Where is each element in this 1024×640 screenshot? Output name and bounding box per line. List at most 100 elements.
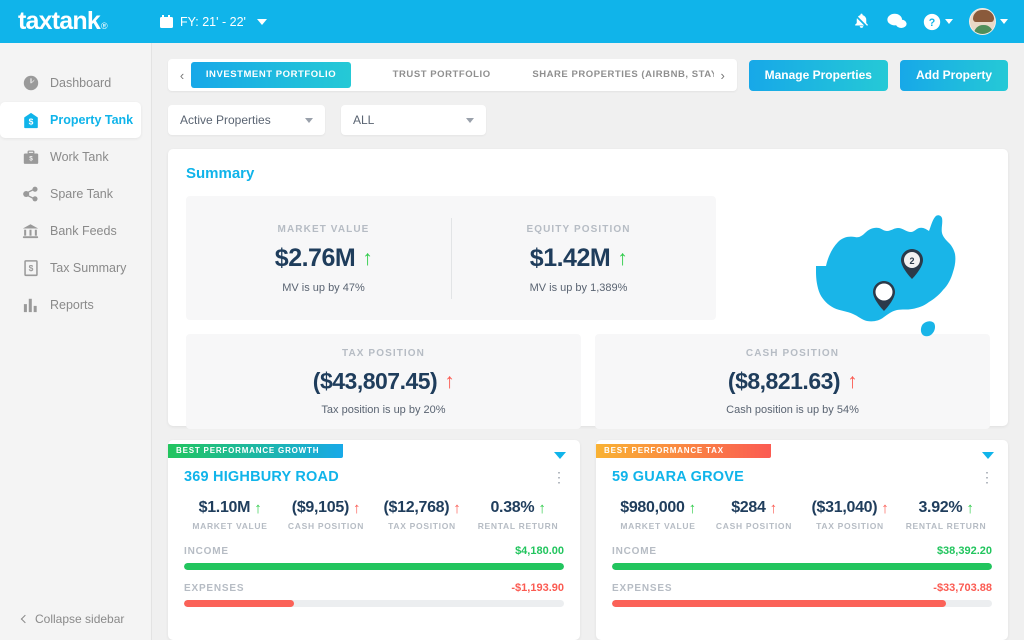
help-menu[interactable]: ? [923, 13, 953, 31]
property-stat-cash-position: ($9,105) ↑ CASH POSITION [278, 499, 374, 531]
property-stats: $980,000 ↑ MARKET VALUE $284 ↑ CASH POSI… [596, 485, 1008, 531]
stat-value: 3.92% [918, 499, 963, 516]
financial-year-label: FY: 21' - 22' [180, 14, 246, 29]
property-status-value: Active Properties [180, 113, 271, 127]
trend-up-arrow-icon: ↑ [769, 499, 778, 517]
property-stat-cash-position: $284 ↑ CASH POSITION [706, 499, 802, 531]
income-label: INCOME [184, 545, 229, 557]
tab-investment-portfolio[interactable]: INVESTMENT PORTFOLIO [191, 62, 351, 88]
summary-card: Summary MARKET VALUE $2.76M ↑ MV is up b… [168, 149, 1008, 429]
property-stat-rental-return: 3.92% ↑ RENTAL RETURN [898, 499, 994, 531]
trend-up-arrow-icon: ↑ [453, 499, 461, 517]
tabs-next-arrow[interactable]: › [714, 68, 732, 83]
tab-share-properties[interactable]: SHARE PROPERTIES (AIRBNB, STAYZ, ETC) [532, 62, 713, 88]
expenses-bar-track [184, 600, 564, 607]
income-bar-track [184, 563, 564, 570]
sidebar-item-property-tank[interactable]: $ Property Tank [0, 102, 141, 138]
tabs-prev-arrow[interactable]: ‹ [173, 68, 191, 83]
tile-value-row: $2.76M ↑ [206, 244, 441, 273]
dashboard-icon [22, 75, 39, 92]
property-card-collapse-icon[interactable] [554, 452, 566, 459]
expenses-bar-fill [612, 600, 947, 607]
stat-label: TAX POSITION [816, 521, 884, 531]
property-address[interactable]: 369 HIGHBURY ROAD [184, 469, 339, 485]
logo-text: taxtank [18, 7, 101, 35]
stat-label: MARKET VALUE [620, 521, 696, 531]
trend-up-arrow-icon: ↑ [353, 499, 361, 517]
collapse-sidebar-label: Collapse sidebar [35, 612, 125, 626]
sidebar-item-label: Bank Feeds [50, 224, 117, 238]
tab-trust-portfolio[interactable]: TRUST PORTFOLIO [351, 62, 532, 88]
income-bar-header: INCOME $4,180.00 [184, 545, 564, 557]
user-menu[interactable] [969, 8, 1008, 35]
trend-up-arrow-icon: ↑ [847, 370, 858, 393]
property-card-collapse-icon[interactable] [982, 452, 994, 459]
work-tank-icon: $ [22, 149, 39, 166]
tax-summary-icon: $ [22, 259, 39, 277]
expenses-amount: -$1,193.90 [511, 582, 564, 594]
expenses-bar-track [612, 600, 992, 607]
stat-value: $284 [731, 499, 766, 516]
tile-value: ($8,821.63) [727, 368, 841, 394]
tile-value: $1.42M [529, 244, 611, 272]
tile-label: TAX POSITION [341, 348, 426, 359]
expenses-bar-fill [184, 600, 295, 607]
trend-up-arrow-icon: ↑ [966, 499, 974, 517]
more-options-icon[interactable]: ⋮ [552, 470, 566, 484]
income-bar-fill [612, 563, 992, 570]
chevron-down-icon [305, 117, 313, 123]
performance-badge: BEST PERFORMANCE TAX [596, 444, 771, 458]
income-bar-block: INCOME $4,180.00 [184, 545, 564, 570]
bell-muted-icon[interactable] [852, 12, 871, 31]
portfolio-tab-bar: ‹ INVESTMENT PORTFOLIO TRUST PORTFOLIO S… [152, 43, 1024, 91]
income-bar-track [612, 563, 992, 570]
chevron-down-icon [1000, 19, 1008, 24]
sidebar-item-label: Spare Tank [50, 187, 114, 201]
stat-label: RENTAL RETURN [477, 521, 559, 531]
property-stat-rental-return: 0.38% ↑ RENTAL RETURN [470, 499, 566, 531]
sidebar-item-work-tank[interactable]: $ Work Tank [0, 139, 151, 175]
financial-year-selector[interactable]: FY: 21' - 22' [160, 15, 267, 29]
income-amount: $4,180.00 [515, 545, 564, 557]
sidebar-item-reports[interactable]: Reports [0, 287, 151, 323]
property-stats: $1.10M ↑ MARKET VALUE ($9,105) ↑ CASH PO… [168, 485, 580, 531]
sidebar-item-label: Property Tank [50, 113, 134, 127]
sidebar-item-tax-summary[interactable]: $ Tax Summary [0, 250, 151, 286]
sidebar-item-spare-tank[interactable]: Spare Tank [0, 176, 151, 212]
performance-badge: BEST PERFORMANCE GROWTH [168, 444, 343, 458]
trend-up-arrow-icon: ↑ [688, 499, 697, 517]
add-property-button[interactable]: Add Property [899, 59, 1008, 91]
income-bar-block: INCOME $38,392.20 [612, 545, 992, 570]
more-options-icon[interactable]: ⋮ [980, 470, 994, 484]
tile-subtext: MV is up by 1,389% [529, 282, 628, 294]
income-label: INCOME [612, 545, 657, 557]
property-status-filter[interactable]: Active Properties [168, 105, 325, 135]
chat-bubbles-icon[interactable] [887, 12, 907, 31]
app-logo[interactable]: taxtank ® [0, 7, 148, 36]
top-bar-actions: ? [852, 8, 1024, 35]
svg-text:$: $ [29, 155, 33, 162]
stat-value-row: $1.10M ↑ [182, 499, 278, 517]
svg-text:2: 2 [909, 256, 914, 266]
filter-bar: Active Properties ALL [152, 91, 1024, 135]
top-bar: taxtank ® FY: 21' - 22' ? [0, 0, 1024, 43]
tile-subtext: Tax position is up by 20% [321, 404, 446, 416]
sidebar-item-bank-feeds[interactable]: Bank Feeds [0, 213, 151, 249]
australia-property-map[interactable]: 2 [790, 204, 990, 354]
property-stat-market-value: $980,000 ↑ MARKET VALUE [610, 499, 706, 531]
tile-value-row: $1.42M ↑ [461, 244, 696, 273]
property-address[interactable]: 59 GUARA GROVE [612, 469, 744, 485]
sidebar-nav: Dashboard $ Property Tank $ Work Tank Sp… [0, 43, 151, 323]
expenses-bar-header: EXPENSES -$33,703.88 [612, 582, 992, 594]
expenses-bar-block: EXPENSES -$33,703.88 [612, 582, 992, 607]
tile-value-row: ($43,807.45) ↑ [196, 368, 571, 395]
manage-properties-button[interactable]: Manage Properties [748, 59, 888, 91]
property-card-header: 59 GUARA GROVE ⋮ [596, 458, 1008, 485]
stat-value-row: 0.38% ↑ [470, 499, 566, 517]
expenses-bar-block: EXPENSES -$1,193.90 [184, 582, 564, 607]
stat-value-row: $980,000 ↑ [610, 499, 706, 517]
property-type-filter[interactable]: ALL [341, 105, 486, 135]
sidebar-item-dashboard[interactable]: Dashboard [0, 65, 151, 101]
collapse-sidebar-button[interactable]: Collapse sidebar [20, 612, 125, 626]
spare-tank-icon [22, 186, 39, 203]
